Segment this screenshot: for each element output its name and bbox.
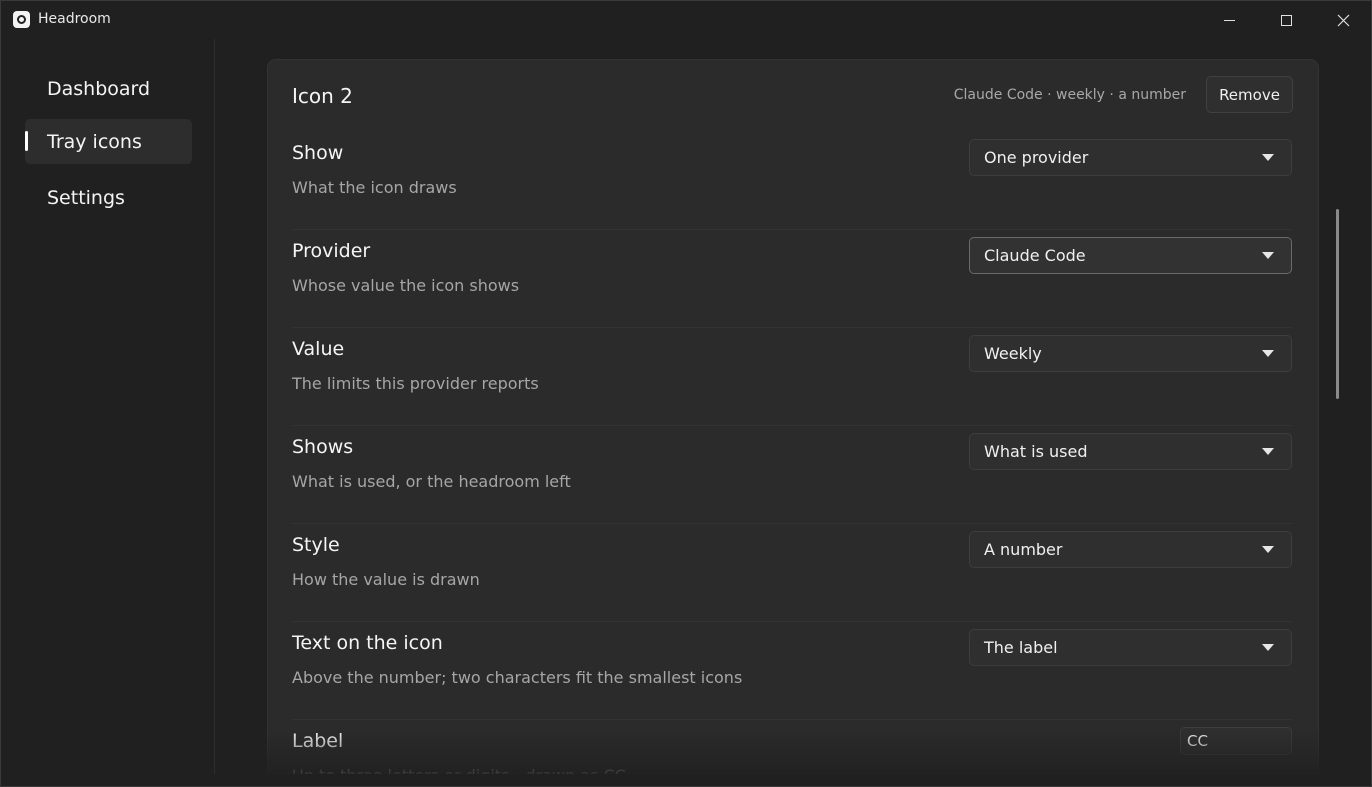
chevron-down-icon xyxy=(1262,252,1274,259)
sidebar-item-label: Settings xyxy=(47,186,125,209)
sidebar-item-label: Dashboard xyxy=(47,77,151,100)
row-label: Label xyxy=(292,730,344,752)
chevron-down-icon xyxy=(1262,154,1274,161)
setting-row-text-on-icon: Text on the icon Above the number; two c… xyxy=(292,622,1292,720)
row-description: How the value is drawn xyxy=(292,570,480,589)
window-title: Headroom xyxy=(38,11,111,27)
sidebar-nav: Dashboard Tray icons Settings xyxy=(1,39,215,774)
value-dropdown[interactable]: Weekly xyxy=(969,335,1292,372)
setting-row-value: Value The limits this provider reports W… xyxy=(292,328,1292,426)
row-description: Above the number; two characters fit the… xyxy=(292,668,743,687)
label-input[interactable] xyxy=(1180,727,1292,755)
row-label: Shows xyxy=(292,436,354,458)
row-label: Style xyxy=(292,534,340,556)
row-label: Value xyxy=(292,338,345,360)
sidebar-item-settings[interactable]: Settings xyxy=(25,175,192,220)
style-dropdown[interactable]: A number xyxy=(969,531,1292,568)
dropdown-value: Weekly xyxy=(984,344,1042,363)
setting-row-label: Label Up to three letters or digits - dr… xyxy=(292,720,1292,774)
row-description: Whose value the icon shows xyxy=(292,276,520,295)
maximize-button[interactable] xyxy=(1258,1,1315,39)
text-on-icon-dropdown[interactable]: The label xyxy=(969,629,1292,666)
sidebar-item-dashboard[interactable]: Dashboard xyxy=(25,66,192,111)
setting-row-style: Style How the value is drawn A number xyxy=(292,524,1292,622)
setting-row-provider: Provider Whose value the icon shows Clau… xyxy=(292,230,1292,328)
card-summary: Claude Code · weekly · a number xyxy=(953,87,1186,103)
dropdown-value: The label xyxy=(984,638,1058,657)
chevron-down-icon xyxy=(1262,448,1274,455)
headroom-app-icon xyxy=(13,11,30,28)
chevron-down-icon xyxy=(1262,644,1274,651)
sidebar-item-tray-icons[interactable]: Tray icons xyxy=(25,119,192,164)
dropdown-value: What is used xyxy=(984,442,1088,461)
row-description: The limits this provider reports xyxy=(292,374,539,393)
shows-dropdown[interactable]: What is used xyxy=(969,433,1292,470)
row-label: Show xyxy=(292,142,344,164)
setting-row-shows: Shows What is used, or the headroom left… xyxy=(292,426,1292,524)
title-bar[interactable]: Headroom xyxy=(1,1,1371,39)
dropdown-value: One provider xyxy=(984,148,1089,167)
dropdown-value: Claude Code xyxy=(984,246,1086,265)
row-label: Provider xyxy=(292,240,371,262)
row-description: Up to three letters or digits - drawn as… xyxy=(292,766,626,774)
close-icon xyxy=(1337,14,1350,26)
row-description: What is used, or the headroom left xyxy=(292,472,571,491)
chevron-down-icon xyxy=(1262,546,1274,553)
app-window: Headroom Dashboard Tray icons Settings I… xyxy=(0,0,1372,787)
minimize-icon xyxy=(1224,19,1235,21)
card-title: Icon 2 xyxy=(292,84,353,108)
main-content: Icon 2 Claude Code · weekly · a number R… xyxy=(216,39,1371,774)
chevron-down-icon xyxy=(1262,350,1274,357)
provider-dropdown[interactable]: Claude Code xyxy=(969,237,1292,274)
dropdown-value: A number xyxy=(984,540,1063,559)
remove-button[interactable]: Remove xyxy=(1206,76,1293,113)
minimize-button[interactable] xyxy=(1201,1,1258,39)
sidebar-item-label: Tray icons xyxy=(47,130,142,153)
maximize-icon xyxy=(1281,14,1292,26)
vertical-scrollbar-thumb[interactable] xyxy=(1336,209,1339,399)
close-button[interactable] xyxy=(1315,1,1371,39)
show-dropdown[interactable]: One provider xyxy=(969,139,1292,176)
setting-row-show: Show What the icon draws One provider xyxy=(292,132,1292,230)
row-label: Text on the icon xyxy=(292,632,443,654)
row-description: What the icon draws xyxy=(292,178,457,197)
tray-icon-card: Icon 2 Claude Code · weekly · a number R… xyxy=(267,59,1319,774)
